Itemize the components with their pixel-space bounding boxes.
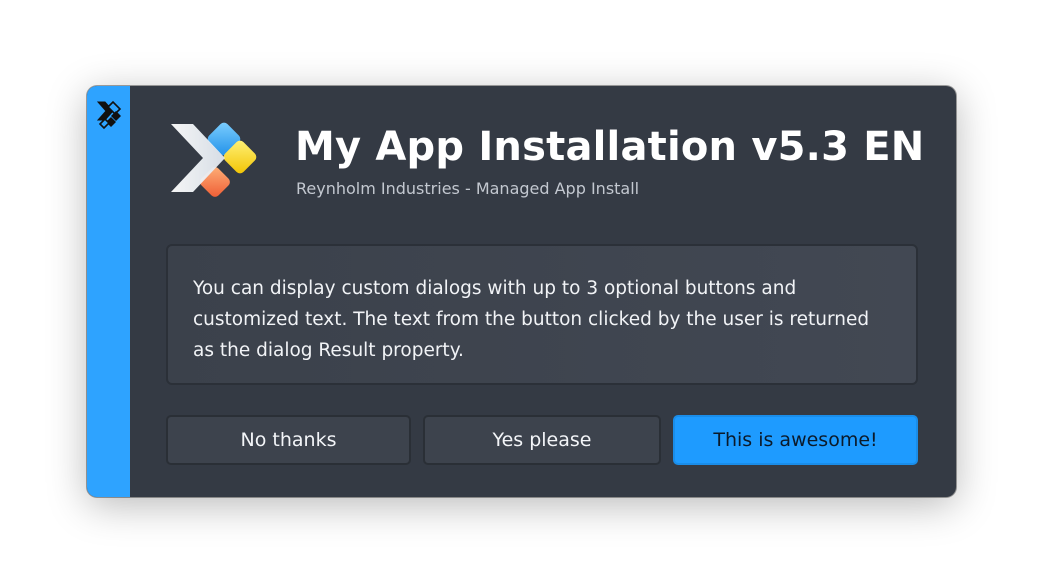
screen: My App Installation v5.3 EN Reynholm Ind… [0,0,1042,584]
yes-please-button[interactable]: Yes please [423,415,661,465]
dialog-title: My App Installation v5.3 EN [295,124,925,170]
install-dialog: My App Installation v5.3 EN Reynholm Ind… [87,86,956,497]
dialog-subtitle: Reynholm Industries - Managed App Instal… [296,179,640,198]
chevron-logo-icon [96,100,122,130]
accent-sidebar [87,86,130,497]
app-logo-icon [171,122,257,197]
this-is-awesome-button[interactable]: This is awesome! [673,415,918,465]
message-text: You can display custom dialogs with up t… [166,244,918,385]
no-thanks-button[interactable]: No thanks [166,415,411,465]
